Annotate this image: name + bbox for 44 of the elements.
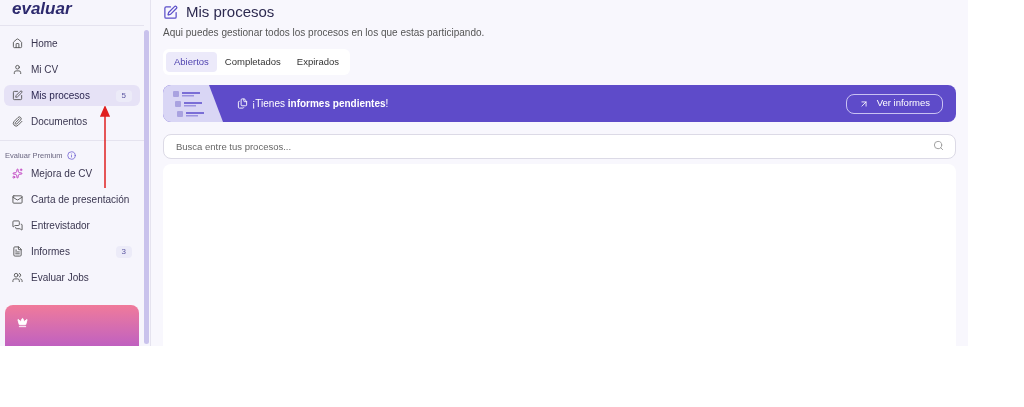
page-title: Mis procesos: [186, 1, 275, 22]
documents-icon: [237, 98, 248, 109]
count-badge: 5: [115, 89, 132, 102]
envelope-icon: [12, 194, 23, 206]
logo: evaluar: [12, 0, 72, 17]
view-reports-button[interactable]: Ver informes: [845, 93, 943, 114]
arrow-icon: [858, 98, 869, 109]
sidebar-item-label: Documentos: [31, 115, 89, 129]
tab[interactable]: Completados: [216, 52, 289, 72]
sparkle-icon: [12, 168, 23, 180]
sidebar-item[interactable]: Evaluar Jobs: [4, 267, 140, 289]
count-badge: 3: [115, 245, 132, 258]
user-icon: [12, 64, 23, 75]
tab[interactable]: Abiertos: [166, 52, 217, 72]
document-icon: [12, 246, 23, 258]
sidebar-item[interactable]: Mejora de CV: [4, 163, 140, 185]
search-field[interactable]: Busca entre tus procesos...: [163, 134, 956, 159]
sidebar-item[interactable]: Entrevistador: [4, 215, 140, 237]
edit-icon: [163, 4, 178, 20]
tab[interactable]: Expirados: [288, 52, 348, 72]
chat-icon: [12, 220, 23, 232]
sidebar-item-label: Informes: [31, 245, 71, 260]
sidebar-item-label: Mis procesos: [31, 89, 91, 103]
sidebar-item[interactable]: Mi CV: [4, 59, 140, 80]
sidebar-item-label: Mi CV: [31, 63, 60, 77]
search-icon: [933, 140, 944, 151]
info-icon[interactable]: [66, 151, 76, 161]
sidebar-item[interactable]: Carta de presentación: [4, 189, 140, 211]
sidebar-item[interactable]: Mis procesos 5: [4, 85, 140, 106]
sidebar-item-label: Carta de presentación: [31, 193, 131, 208]
banner-text: ¡Tienes informes pendientes!: [252, 97, 390, 111]
edit-icon: [12, 90, 23, 101]
sidebar-item[interactable]: Informes 3: [4, 241, 140, 263]
paperclip-icon: [12, 116, 23, 127]
sidebar-item[interactable]: Home: [4, 33, 140, 54]
sidebar-item[interactable]: Documentos: [4, 111, 140, 132]
crown-icon: [17, 317, 28, 329]
sidebar-item-label: Evaluar Jobs: [31, 271, 90, 286]
home-icon: [12, 38, 23, 49]
sidebar-item-label: Entrevistador: [31, 219, 91, 234]
people-icon: [12, 272, 23, 284]
sidebar-item-label: Home: [31, 37, 59, 51]
page-subtitle: Aqui puedes gestionar todos los procesos en los que estas participando.: [163, 26, 486, 40]
sidebar-item-label: Mejora de CV: [31, 167, 94, 182]
